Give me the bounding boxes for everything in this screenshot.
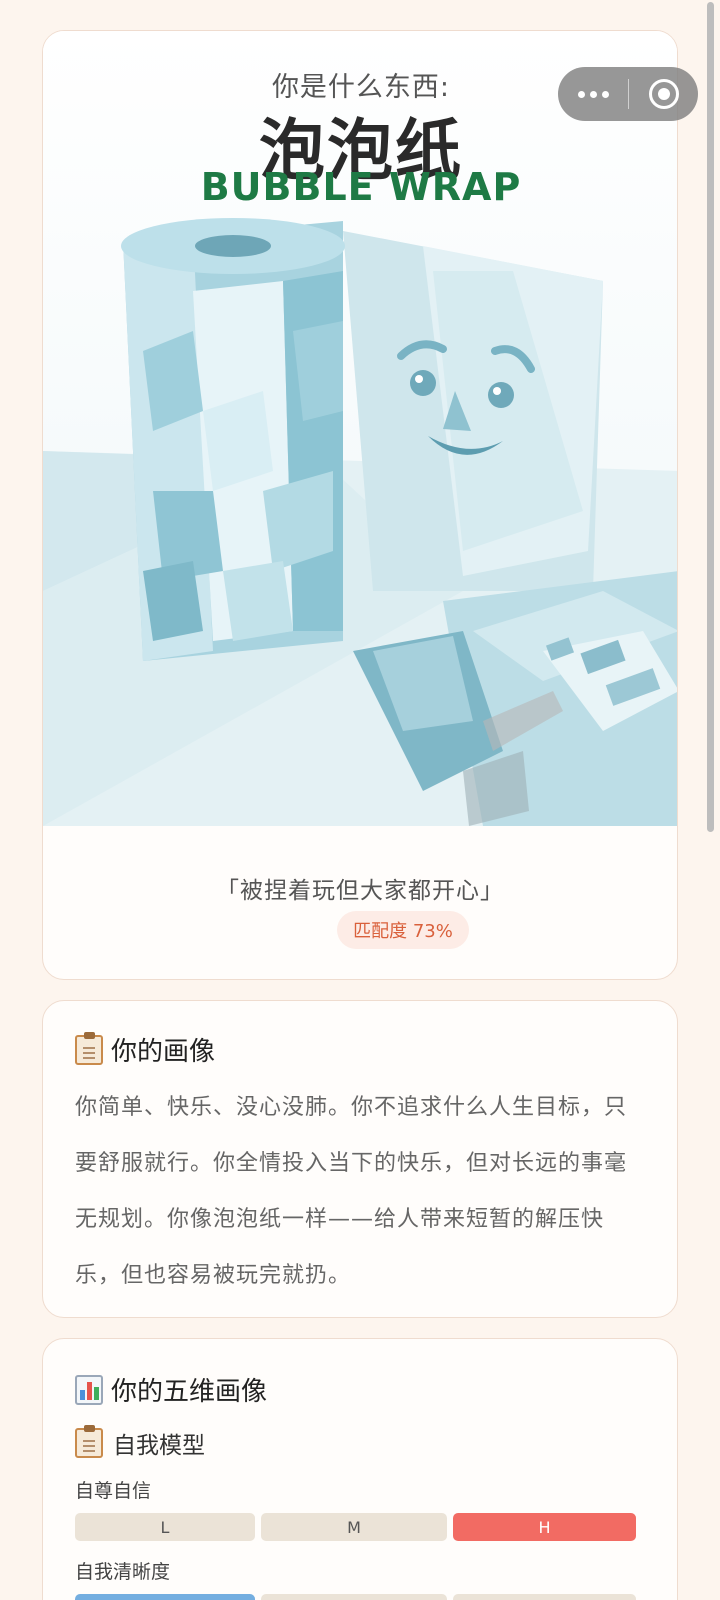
self-model-heading: 自我模型 — [75, 1425, 645, 1460]
hero-illustration: 你是什么东西: 泡泡纸 BUBBLE WRAP — [43, 31, 677, 826]
bar-chart-icon — [75, 1374, 103, 1405]
result-title-english: BUBBLE WRAP — [200, 165, 522, 209]
level-selector: L M H — [75, 1594, 645, 1600]
portrait-description: 你简单、快乐、没心没肺。你不追求什么人生目标，只要舒服就行。你全情投入当下的快乐… — [75, 1095, 628, 1288]
result-card: 你是什么东西: 泡泡纸 BUBBLE WRAP 「被捏着玩但大家都开心」 匹配度… — [42, 30, 678, 980]
dims-heading: 你的五维画像 — [75, 1371, 645, 1408]
self-model-title: 自我模型 — [113, 1433, 205, 1459]
portrait-card: 你的画像 你简单、快乐、没心没肺。你不追求什么人生目标，只要舒服就行。你全情投入… — [42, 1000, 678, 1318]
portrait-title: 你的画像 — [111, 1037, 216, 1067]
clipboard-icon — [75, 1425, 103, 1458]
target-close-icon — [648, 79, 679, 109]
mini-program-capsule — [558, 67, 698, 121]
level-m: M — [261, 1594, 447, 1600]
level-l-active: L — [75, 1594, 255, 1600]
result-quote: 「被捏着玩但大家都开心」 — [216, 878, 504, 904]
match-badge: 匹配度 73% — [337, 911, 469, 949]
dimension-label: 自我清晰度 — [75, 1561, 171, 1583]
level-h-active: H — [453, 1513, 636, 1541]
level-l: L — [75, 1513, 255, 1541]
scrollbar[interactable] — [707, 2, 714, 832]
level-h: H — [453, 1594, 636, 1600]
portrait-heading: 你的画像 — [75, 1031, 645, 1068]
close-button[interactable] — [629, 67, 698, 121]
five-dimension-card: 你的五维画像 自我模型 自尊自信 L M H 自我清晰度 L M H — [42, 1338, 678, 1600]
level-selector: L M H — [75, 1513, 645, 1541]
dimension-label: 自尊自信 — [75, 1480, 152, 1502]
dims-title: 你的五维画像 — [111, 1377, 268, 1407]
level-m: M — [261, 1513, 447, 1541]
more-dots-icon[interactable] — [558, 67, 628, 121]
clipboard-icon — [75, 1031, 103, 1065]
